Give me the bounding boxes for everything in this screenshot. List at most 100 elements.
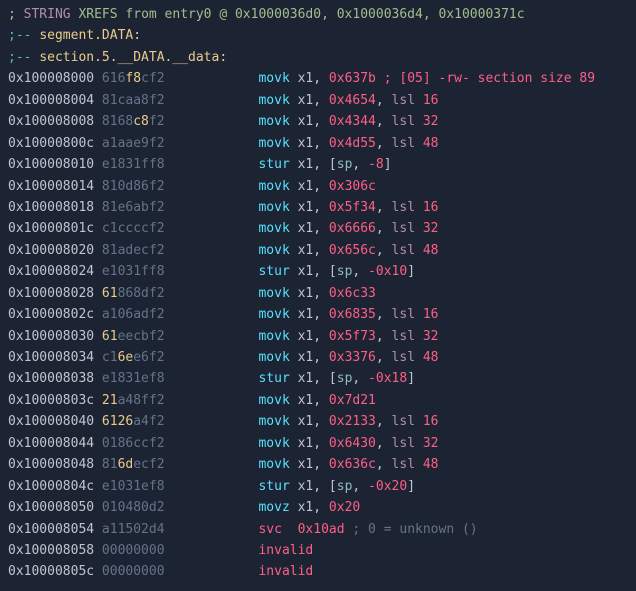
hex-bytes: e1831ef8 — [102, 371, 165, 386]
header-xrefs: ; STRING XREFS from entry0 @ 0x1000036d0… — [8, 4, 628, 25]
address: 0x10000802c — [8, 307, 102, 322]
mnemonic: stur — [258, 371, 297, 386]
address: 0x100008028 — [8, 286, 102, 301]
dest-register: x1 — [298, 200, 314, 215]
mnemonic: movk — [258, 457, 297, 472]
mnemonic: movk — [258, 71, 297, 86]
immediate: 0x306c — [329, 179, 376, 194]
address: 0x10000805c — [8, 564, 102, 579]
svc-comment: ; 0 = unknown () — [345, 522, 478, 537]
address: 0x100008038 — [8, 371, 102, 386]
disasm-row: 0x100008048 816decf2 movk x1, 0x636c, ls… — [8, 454, 628, 475]
dest-register: x1 — [298, 329, 314, 344]
line-comment: ; [05] -rw- section size 89 — [384, 71, 595, 86]
segment-label: segment.DATA: — [39, 28, 141, 43]
hex-bytes: 810d86f2 — [102, 179, 165, 194]
disasm-row: 0x10000805c 00000000 invalid — [8, 561, 628, 582]
mnemonic: movk — [258, 393, 297, 408]
hex-bytes: 61eecbf2 — [102, 329, 165, 344]
header-section: ;-- section.5.__DATA.__data: — [8, 47, 628, 68]
immediate: 0x637b — [329, 71, 376, 86]
disasm-row: 0x100008008 8168c8f2 movk x1, 0x4344, ls… — [8, 111, 628, 132]
disasm-row: 0x100008054 a11502d4 svc 0x10ad ; 0 = un… — [8, 519, 628, 540]
shift-amount: 32 — [423, 329, 439, 344]
immediate: 0x5f34 — [329, 200, 376, 215]
hex-bytes: c1ccccf2 — [102, 221, 165, 236]
base-register: sp — [337, 157, 353, 172]
section-label: section.5.__DATA.__data: — [39, 50, 227, 65]
dest-register: x1 — [298, 307, 314, 322]
disasm-row: 0x100008040 6126a4f2 movk x1, 0x2133, ls… — [8, 411, 628, 432]
disasm-row: 0x100008018 81e6abf2 movk x1, 0x5f34, ls… — [8, 197, 628, 218]
address: 0x100008034 — [8, 350, 102, 365]
immediate: 0x4654 — [329, 93, 376, 108]
mnemonic: movk — [258, 200, 297, 215]
disasm-row: 0x10000802c a106adf2 movk x1, 0x6835, ls… — [8, 304, 628, 325]
mnemonic: movk — [258, 179, 297, 194]
dest-register: x1 — [298, 436, 314, 451]
dest-register: x1 — [298, 457, 314, 472]
mnemonic: movz — [258, 500, 297, 515]
shift-amount: 32 — [423, 221, 439, 236]
base-register: sp — [337, 479, 353, 494]
mnemonic: stur — [258, 264, 297, 279]
address: 0x100008020 — [8, 243, 102, 258]
offset: -0x20 — [368, 479, 407, 494]
hex-highlight: 6d — [118, 457, 134, 472]
dest-register: x1 — [298, 136, 314, 151]
dest-register: x1 — [298, 414, 314, 429]
address: 0x100008048 — [8, 457, 102, 472]
mnemonic: stur — [258, 157, 297, 172]
offset: -0x10 — [368, 264, 407, 279]
disasm-row: 0x100008010 e1831ff8 stur x1, [sp, -8] — [8, 154, 628, 175]
shift-op: lsl — [392, 93, 415, 108]
shift-op: lsl — [392, 136, 415, 151]
mnemonic: movk — [258, 286, 297, 301]
disasm-row: 0x100008014 810d86f2 movk x1, 0x306c — [8, 176, 628, 197]
shift-op: lsl — [392, 221, 415, 236]
immediate: 0x656c — [329, 243, 376, 258]
dest-register: x1 — [298, 393, 314, 408]
mnemonic: stur — [258, 479, 297, 494]
hex-bytes: 21a48ff2 — [102, 393, 165, 408]
mnemonic: movk — [258, 307, 297, 322]
dest-register: x1 — [298, 243, 314, 258]
disasm-row: 0x100008038 e1831ef8 stur x1, [sp, -0x18… — [8, 368, 628, 389]
shift-op: lsl — [392, 350, 415, 365]
invalid-opcode: invalid — [258, 564, 313, 579]
hex-highlight: 61 — [102, 329, 118, 344]
invalid-opcode: invalid — [258, 543, 313, 558]
immediate: 0x6666 — [329, 221, 376, 236]
address: 0x100008058 — [8, 543, 102, 558]
mnemonic: movk — [258, 414, 297, 429]
dest-register: x1 — [298, 350, 314, 365]
immediate: 0x4d55 — [329, 136, 376, 151]
hex-bytes: e1031ef8 — [102, 479, 165, 494]
immediate: 0x2133 — [329, 414, 376, 429]
hex-highlight: 21 — [102, 393, 118, 408]
disasm-row: 0x100008024 e1031ff8 stur x1, [sp, -0x10… — [8, 261, 628, 282]
disasm-row: 0x100008004 81caa8f2 movk x1, 0x4654, ls… — [8, 90, 628, 111]
address: 0x100008040 — [8, 414, 102, 429]
mnemonic: movk — [258, 114, 297, 129]
dest-register: x1 — [298, 479, 314, 494]
base-register: sp — [337, 264, 353, 279]
hex-bytes: 81caa8f2 — [102, 93, 165, 108]
hex-bytes: 81adecf2 — [102, 243, 165, 258]
address: 0x100008024 — [8, 264, 102, 279]
offset: -8 — [368, 157, 384, 172]
mnemonic: movk — [258, 436, 297, 451]
hex-highlight: 61 — [102, 286, 118, 301]
dest-register: x1 — [298, 221, 314, 236]
disasm-row: 0x10000800c a1aae9f2 movk x1, 0x4d55, ls… — [8, 133, 628, 154]
shift-op: lsl — [392, 414, 415, 429]
address: 0x100008054 — [8, 522, 102, 537]
shift-amount: 32 — [423, 114, 439, 129]
address: 0x100008008 — [8, 114, 102, 129]
immediate: 0x5f73 — [329, 329, 376, 344]
shift-amount: 48 — [423, 350, 439, 365]
shift-amount: 16 — [423, 307, 439, 322]
shift-amount: 48 — [423, 457, 439, 472]
xrefs-text: XREFS from entry0 @ 0x1000036d0, 0x10000… — [71, 7, 525, 22]
hex-bytes: 61868df2 — [102, 286, 165, 301]
